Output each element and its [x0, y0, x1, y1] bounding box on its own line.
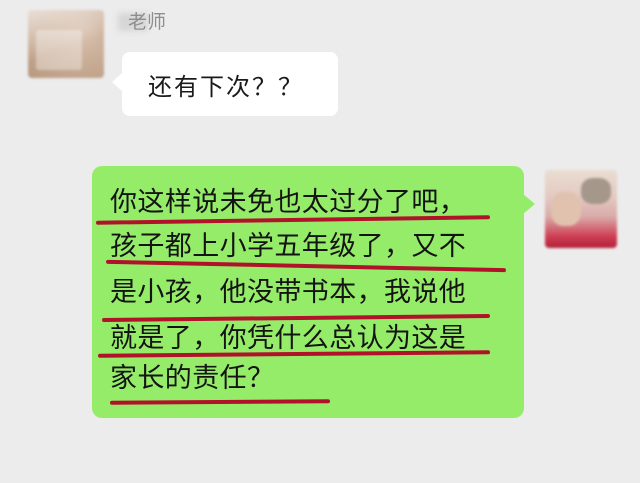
parent-avatar[interactable]: [545, 170, 617, 248]
red-underline: [101, 313, 491, 323]
chat-window: 老师 还有下次？？ 你这样说未免也太过分了吧， 孩子都上小学五年级了，又不 是小…: [0, 0, 640, 483]
incoming-message-text: 还有下次？？: [148, 72, 304, 101]
outgoing-message-line: 你这样说未免也太过分了吧，: [110, 187, 467, 218]
red-underline: [109, 399, 331, 405]
incoming-message-bubble[interactable]: 还有下次？？: [112, 52, 338, 116]
outgoing-message-line: 是小孩，他没带书本，我说他: [110, 277, 467, 308]
sender-name: 老师: [128, 11, 167, 33]
outgoing-message-line: 家长的责任？: [110, 363, 275, 394]
outgoing-message-bubble[interactable]: 你这样说未免也太过分了吧， 孩子都上小学五年级了，又不 是小孩，他没带书本，我说…: [92, 166, 535, 418]
outgoing-message-line: 孩子都上小学五年级了，又不: [110, 231, 467, 262]
teacher-avatar[interactable]: [28, 10, 104, 78]
